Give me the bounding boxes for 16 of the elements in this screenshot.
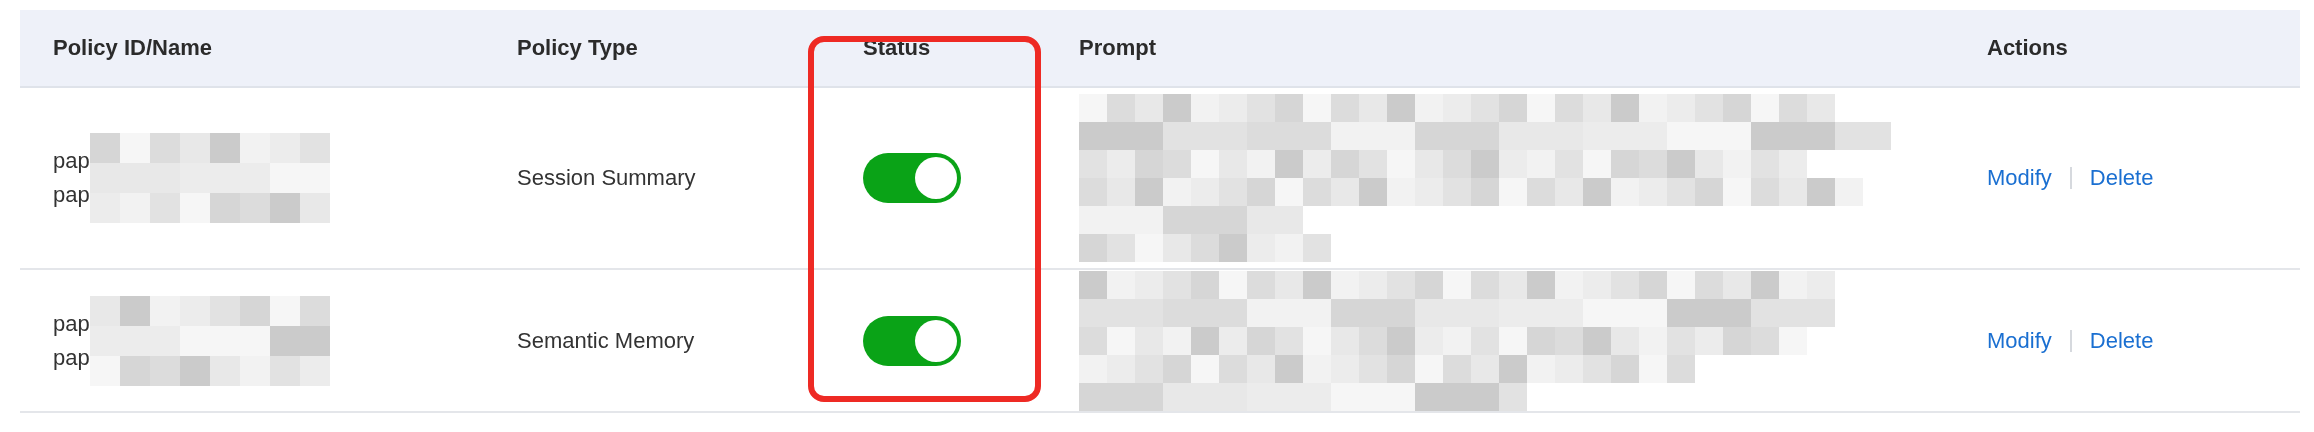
modify-link[interactable]: Modify bbox=[1987, 327, 2052, 354]
policy-name: pap bbox=[53, 344, 90, 371]
policy-name: pap bbox=[53, 148, 90, 174]
policy-type: Session Summary bbox=[517, 165, 696, 191]
column-header: Policy ID/Name bbox=[53, 35, 212, 61]
policy-type: Semantic Memory bbox=[517, 327, 695, 354]
column-header: Prompt bbox=[1079, 35, 1156, 61]
status-toggle[interactable] bbox=[863, 315, 961, 366]
column-header: Actions bbox=[1987, 35, 2068, 61]
policy-name: pap bbox=[53, 182, 90, 208]
status-toggle[interactable] bbox=[863, 153, 961, 203]
delete-link[interactable]: Delete bbox=[2089, 165, 2154, 191]
delete-link[interactable]: Delete bbox=[2089, 327, 2154, 354]
policy-name: pap bbox=[53, 310, 90, 337]
modify-link[interactable]: Modify bbox=[1987, 165, 2052, 191]
column-header: Policy Type bbox=[517, 35, 638, 61]
